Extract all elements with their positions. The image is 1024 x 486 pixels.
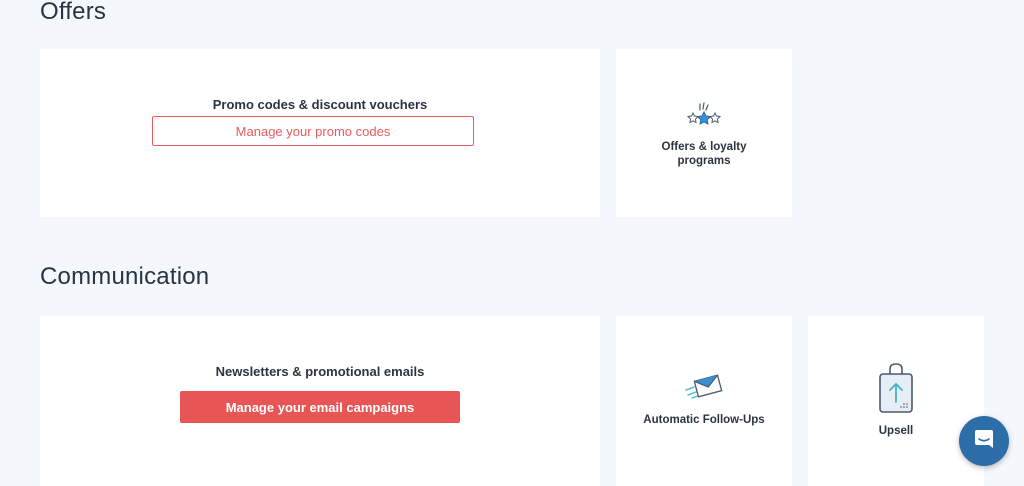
tile-upsell[interactable]: Upsell — [808, 316, 984, 486]
section-title-communication: Communication — [40, 263, 210, 290]
manage-promo-codes-button[interactable]: Manage your promo codes — [152, 116, 474, 146]
tile-label-upsell: Upsell — [878, 425, 914, 437]
chat-button[interactable] — [959, 416, 1009, 466]
tile-offers-loyalty[interactable]: Offers & loyalty programs — [616, 49, 792, 217]
promo-codes-card-title: Promo codes & discount vouchers — [212, 97, 428, 112]
section-title-offers: Offers — [40, 0, 107, 25]
tile-label-offers-loyalty: Offers & loyalty programs — [661, 141, 747, 167]
manage-email-campaigns-button[interactable]: Manage your email campaigns — [180, 391, 460, 423]
chat-bubble-icon — [972, 427, 996, 456]
shopping-bag-upsell-icon — [877, 362, 915, 421]
promo-codes-card: Promo codes & discount vouchers Manage y… — [40, 49, 600, 217]
stars-icon — [686, 101, 722, 134]
newsletters-card: Newsletters & promotional emails Manage … — [40, 316, 600, 486]
email-send-icon — [684, 372, 724, 405]
newsletters-card-title: Newsletters & promotional emails — [215, 364, 425, 379]
tile-label-automatic-follow-ups: Automatic Follow-Ups — [643, 414, 765, 426]
tile-automatic-follow-ups[interactable]: Automatic Follow-Ups — [616, 316, 792, 486]
